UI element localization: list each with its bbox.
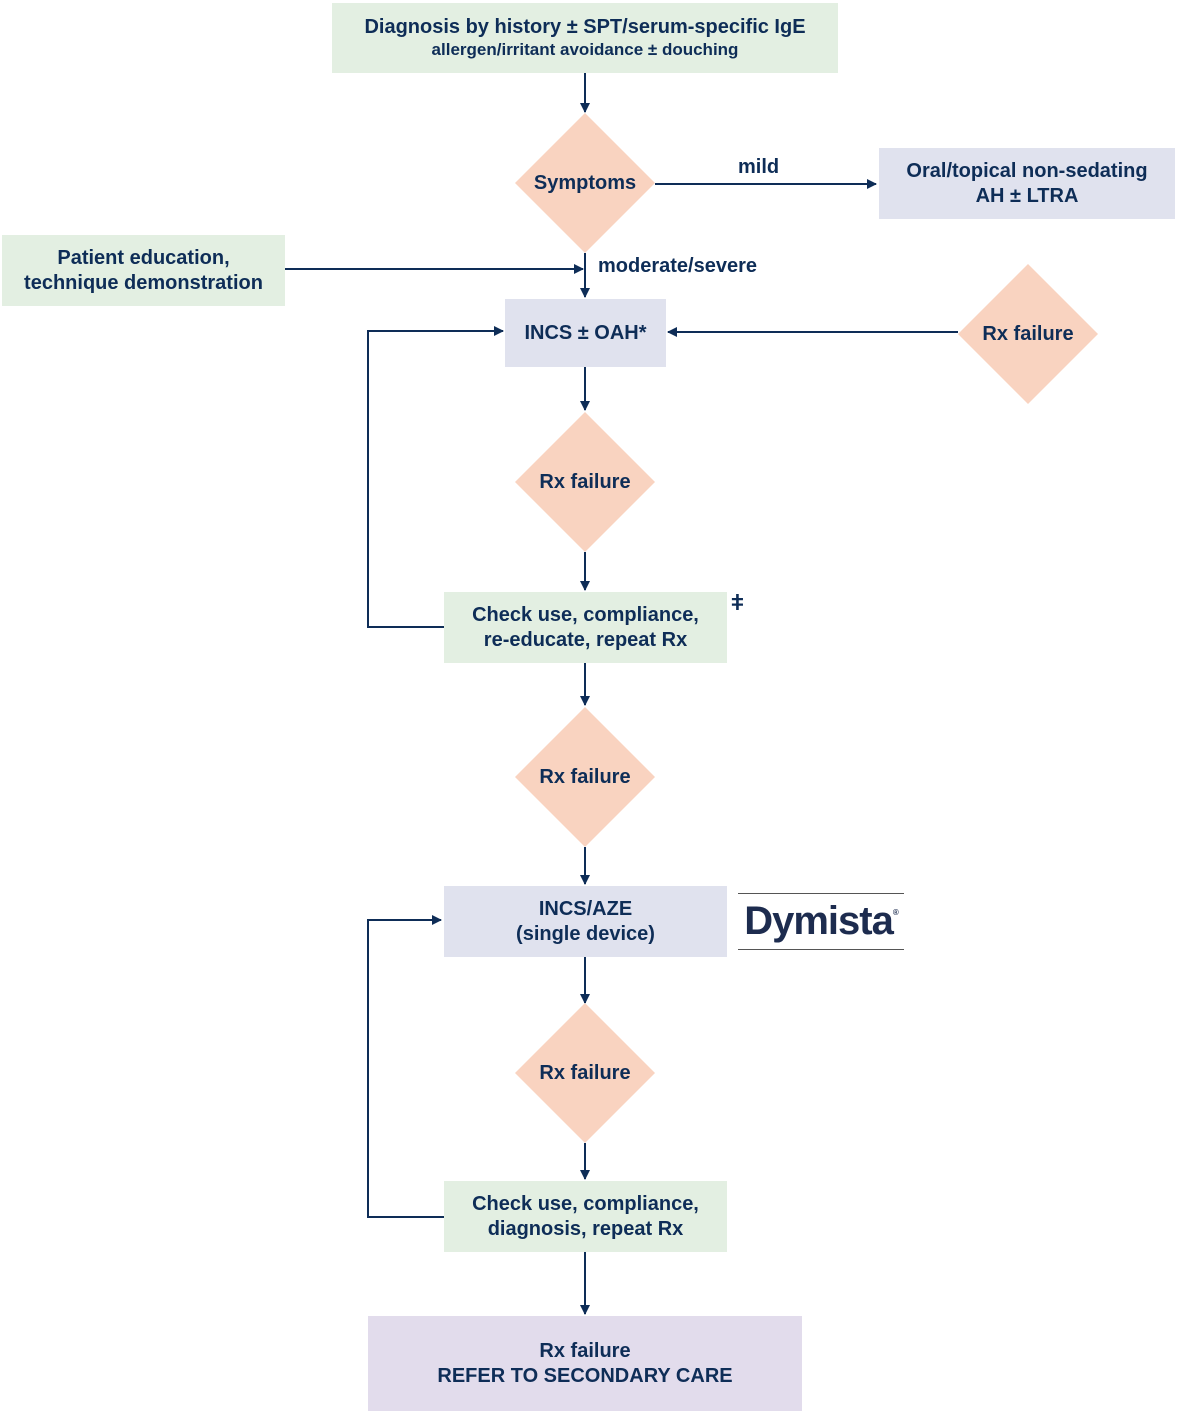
rx-failure-3-decision: Rx failure [515,1003,655,1143]
patient-education-box: Patient education, technique demonstrati… [2,235,285,306]
check-2-box: Check use, compliance, diagnosis, repeat… [444,1181,727,1252]
check-1-footnote-marker: ǂ [731,590,744,615]
referral-line2: REFER TO SECONDARY CARE [437,1364,733,1387]
registered-mark: ® [892,908,899,917]
rx-failure-3-label: Rx failure [539,1061,631,1084]
check-1-line2: re-educate, repeat Rx [483,628,688,651]
edge-check1-loop [367,326,504,628]
mild-treatment-line2: AH ± LTRA [975,184,1079,207]
diagnosis-box: Diagnosis by history ± SPT/serum-specifi… [332,3,838,73]
dymista-logo: Dymista ® [738,893,904,950]
dymista-logo-text: Dymista [744,899,894,943]
mild-treatment-line1: Oral/topical non-sedating [906,160,1148,183]
patient-education-line2: technique demonstration [24,271,263,294]
rx-failure-2-label: Rx failure [539,765,631,788]
mild-treatment-box: Oral/topical non-sedating AH ± LTRA [879,148,1175,219]
incs-aze-line1: INCS/AZE [538,898,633,921]
edge-label-mild: mild [738,156,780,178]
check-2-line1: Check use, compliance, [472,1193,699,1216]
rx-failure-side-decision: Rx failure [958,264,1098,404]
check-2-line2: diagnosis, repeat Rx [487,1217,684,1240]
incs-oah-box: INCS ± OAH* [505,299,666,367]
edge-check2-loop [367,915,444,1218]
incs-oah-label: INCS ± OAH* [524,321,647,344]
check-1-line1: Check use, compliance, [472,604,699,627]
rx-failure-1-decision: Rx failure [515,412,655,552]
incs-aze-line2: (single device) [516,922,655,945]
symptoms-label: Symptoms [533,171,637,194]
edge-label-moderate-severe: moderate/severe [598,255,757,277]
patient-education-line1: Patient education, [57,247,230,270]
rx-failure-1-label: Rx failure [539,470,631,493]
rx-failure-side-label: Rx failure [982,322,1074,345]
diagnosis-line2: allergen/irritant avoidance ± douching [431,39,739,59]
check-1-box: Check use, compliance, re-educate, repea… [444,592,727,663]
referral-line1: Rx failure [539,1340,631,1363]
diagnosis-line1: Diagnosis by history ± SPT/serum-specifi… [364,16,806,39]
incs-aze-box: INCS/AZE (single device) [444,886,727,957]
symptoms-decision: Symptoms [515,113,655,253]
rx-failure-2-decision: Rx failure [515,707,655,847]
referral-box: Rx failure REFER TO SECONDARY CARE [368,1316,802,1411]
